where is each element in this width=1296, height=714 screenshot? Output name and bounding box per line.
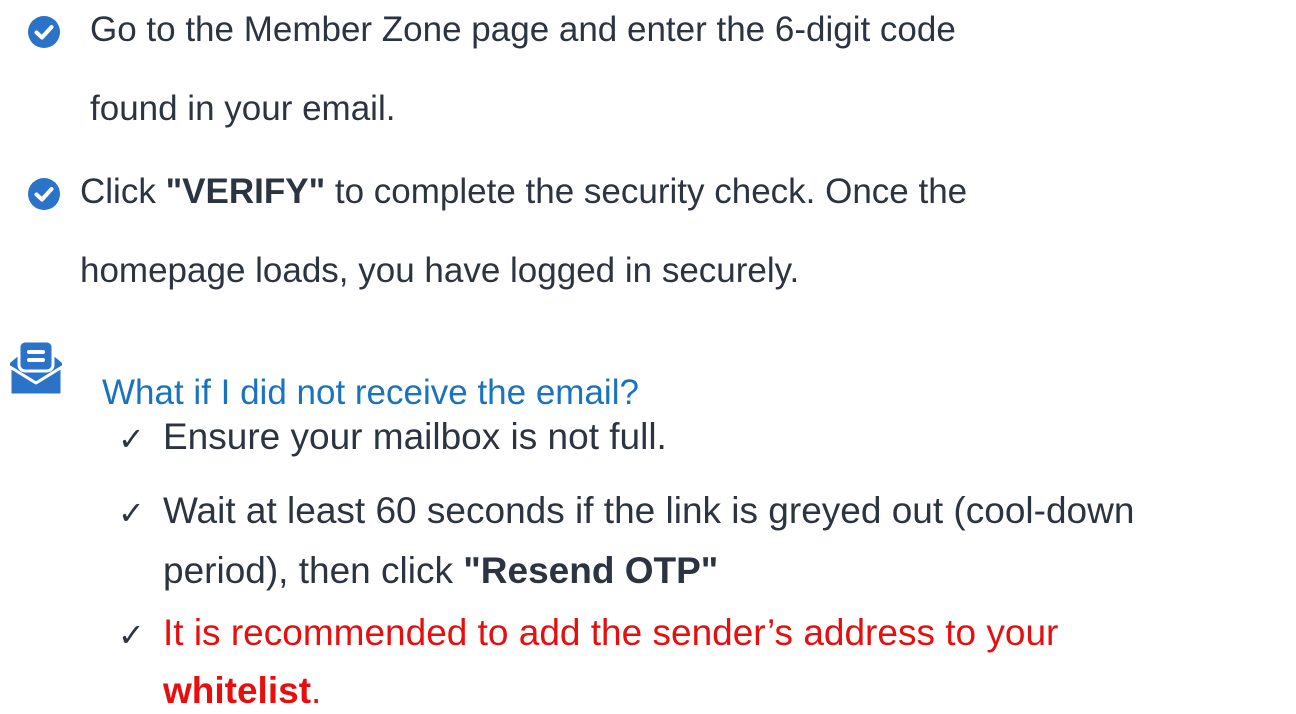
tip-1-text: Ensure your mailbox is not full. (163, 416, 667, 457)
verify-label: "VERIFY" (165, 172, 326, 211)
envelope-message-icon (8, 339, 64, 397)
step-2-text-pre: Click (80, 172, 166, 211)
tip-3-text-line-1: It is recommended to add the sender’s ad… (163, 612, 1059, 653)
step-2-text-line-1: Click "VERIFY" to complete the security … (80, 172, 967, 212)
tip-2-text-line-2: period), then click "Resend OTP" (163, 548, 718, 594)
check-circle-icon (28, 178, 60, 210)
whitelist-label: whitelist (163, 670, 312, 711)
tip-3-text-post: . (311, 670, 322, 711)
step-2-text-post: to complete the security check. Once the (325, 172, 968, 211)
checkmark-icon: ✓ (118, 420, 145, 458)
step-1-text-line-2: found in your email. (90, 89, 396, 128)
tip-2-text-line-1: Wait at least 60 seconds if the link is … (163, 490, 1135, 531)
tip-2-text-pre: period), then click (163, 550, 464, 591)
faq-title: What if I did not receive the email? (102, 373, 639, 412)
step-2-text-line-2: homepage loads, you have logged in secur… (80, 251, 800, 290)
check-circle-icon (28, 16, 60, 48)
step-1-text-line-1: Go to the Member Zone page and enter the… (90, 10, 956, 49)
tip-3-text-line-2: whitelist. (163, 668, 321, 714)
checkmark-icon: ✓ (118, 616, 145, 654)
checkmark-icon: ✓ (118, 494, 145, 532)
resend-otp-label: "Resend OTP" (463, 550, 719, 591)
